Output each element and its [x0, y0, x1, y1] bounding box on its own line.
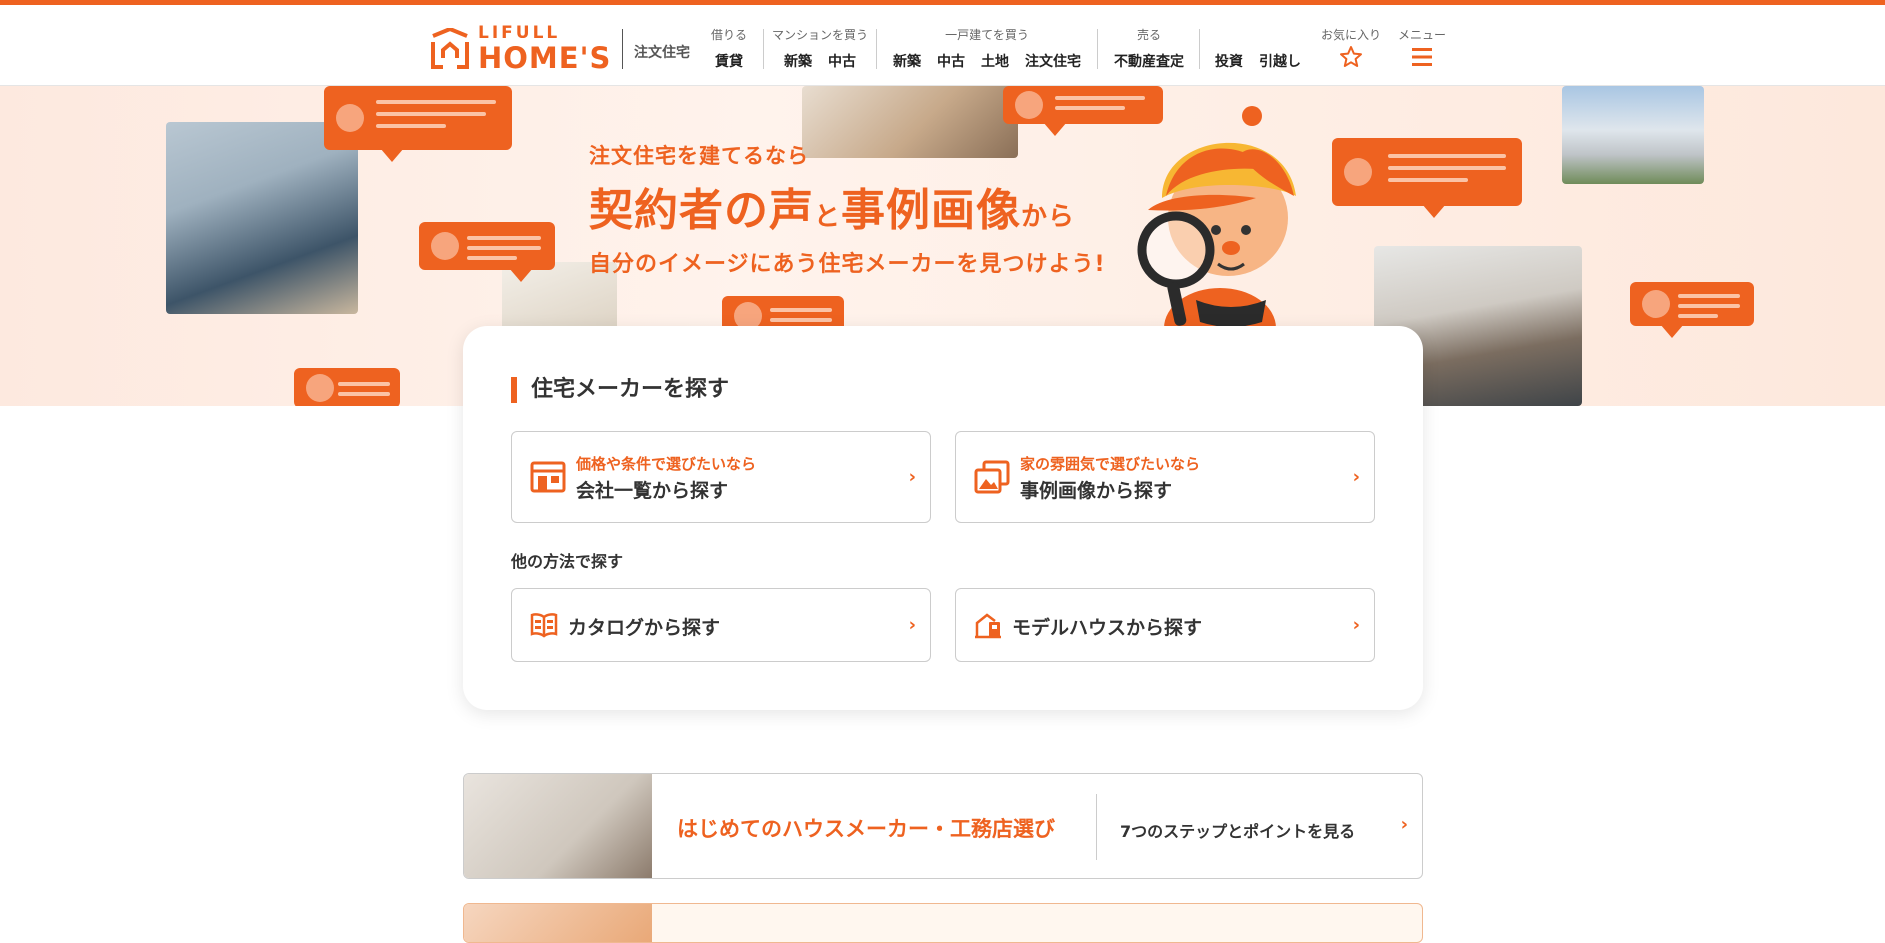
promo-photo [464, 904, 652, 942]
model-house-button[interactable]: モデルハウスから探す › [955, 588, 1375, 662]
option-label: 会社一覧から探す [576, 480, 729, 502]
guide-link-text: 7つのステップとポイントを見る [1120, 822, 1356, 841]
case-images-button[interactable]: 家の雰囲気で選びたいなら 事例画像から探す › [955, 431, 1375, 523]
company-list-button[interactable]: 価格や条件で選びたいなら 会社一覧から探す › [511, 431, 931, 523]
hamburger-icon [1412, 48, 1432, 66]
nav-link-house-used[interactable]: 中古 [937, 51, 965, 71]
hero-line1: 注文住宅を建てるなら [589, 144, 809, 168]
favorites-label: お気に入り [1320, 28, 1381, 42]
mascot-detective-icon [1137, 106, 1296, 336]
banner-divider [1096, 794, 1097, 860]
chevron-right-icon: › [1400, 814, 1408, 835]
option-label: モデルハウスから探す [1012, 617, 1203, 639]
catalog-icon [530, 613, 558, 638]
logo-divider [622, 29, 623, 69]
review-bubble-graphic [1332, 138, 1522, 218]
nav-link-mansion-new[interactable]: 新築 [784, 51, 812, 71]
hero-line3: 自分のイメージにあう住宅メーカーを見つけよう! [589, 252, 1106, 277]
chevron-right-icon: › [1352, 614, 1360, 636]
nav-link-land[interactable]: 土地 [981, 51, 1009, 71]
model-house-icon [975, 613, 1001, 639]
nav-caption: 一戸建てを買う [945, 28, 1029, 42]
nav-link-appraisal[interactable]: 不動産査定 [1114, 51, 1184, 71]
chevron-right-icon: › [908, 466, 916, 488]
nav-link-mansion-used[interactable]: 中古 [828, 51, 856, 71]
review-bubble-graphic [419, 222, 555, 282]
hero-phrase: 事例画像 [841, 185, 1022, 236]
chevron-right-icon: › [1352, 466, 1360, 488]
nav-group-mansion: マンションを買う 新築 中古 [768, 26, 872, 71]
search-maker-card: 住宅メーカーを探す 価格や条件で選びたいなら 会社一覧から探す › 家の雰囲気で… [463, 326, 1423, 710]
family-living-room-photo [166, 122, 358, 314]
store-icon [530, 461, 566, 493]
house-exterior-photo [1562, 86, 1704, 184]
review-bubble-graphic [324, 86, 512, 162]
nav-link-custom-home[interactable]: 注文住宅 [1025, 51, 1081, 71]
favorites-button[interactable]: お気に入り [1318, 26, 1384, 73]
nav-divider [1097, 29, 1098, 69]
review-bubble-graphic [1630, 282, 1754, 338]
guide-title: はじめてのハウスメーカー・工務店選び [677, 817, 1055, 841]
nav-caption: 売る [1136, 28, 1161, 42]
nav-divider [1199, 29, 1200, 69]
option-subtext: 価格や条件で選びたいなら [576, 455, 757, 473]
hero-line2: 契約者の声と事例画像から [589, 174, 1106, 238]
menu-label: メニュー [1397, 28, 1446, 42]
first-time-guide-banner[interactable]: はじめてのハウスメーカー・工務店選び 7つのステップとポイントを見る › [463, 773, 1423, 879]
nav-group-other: 投資 引越し [1210, 26, 1306, 71]
nav-group-sell: 売る 不動産査定 [1106, 26, 1192, 71]
nav-link-house-new[interactable]: 新築 [893, 51, 921, 71]
nav-group-rent: 借りる 賃貸 [704, 26, 754, 71]
catalog-button[interactable]: カタログから探す › [511, 588, 931, 662]
hero-particle: から [1021, 202, 1076, 232]
star-icon [1340, 46, 1362, 67]
hero-particle: と [814, 202, 842, 232]
hero-copy: 注文住宅を建てるなら 契約者の声と事例画像から 自分のイメージにあう住宅メーカー… [589, 140, 1106, 278]
nav-link-moving[interactable]: 引越し [1259, 51, 1301, 71]
hero-phrase: 契約者の声 [589, 185, 814, 236]
nav-group-house: 一戸建てを買う 新築 中古 土地 注文住宅 [884, 26, 1090, 71]
other-methods-label: 他の方法で探す [511, 552, 624, 571]
house-logo-icon [431, 28, 469, 69]
site-logo[interactable]: LIFULL HOME'S [430, 25, 611, 73]
option-label: 事例画像から探す [1020, 480, 1173, 502]
nav-divider [876, 29, 877, 69]
section-title: 住宅メーカーを探す [511, 377, 729, 403]
review-bubble-graphic [294, 368, 400, 406]
chevron-right-icon: › [908, 614, 916, 636]
option-subtext: 家の雰囲気で選びたいなら [1020, 455, 1201, 473]
option-label: カタログから探す [568, 617, 721, 639]
site-header: LIFULL HOME'S 注文住宅 借りる 賃貸 マンションを買う 新築 中古… [0, 5, 1885, 86]
menu-button[interactable]: メニュー [1396, 26, 1448, 72]
nav-caption: マンションを買う [771, 28, 868, 42]
nav-link-rent[interactable]: 賃貸 [715, 51, 743, 71]
nav-caption [1210, 26, 1306, 40]
secondary-promo-banner[interactable] [463, 903, 1423, 943]
family-sofa-photo [464, 774, 652, 878]
logo-subtitle: 注文住宅 [634, 45, 690, 61]
nav-caption: 借りる [710, 28, 747, 42]
photos-icon [974, 460, 1010, 494]
logo-top-text: LIFULL [478, 23, 561, 43]
logo-bottom-text: HOME'S [478, 41, 612, 75]
nav-link-invest[interactable]: 投資 [1215, 51, 1243, 71]
nav-divider [763, 29, 764, 69]
